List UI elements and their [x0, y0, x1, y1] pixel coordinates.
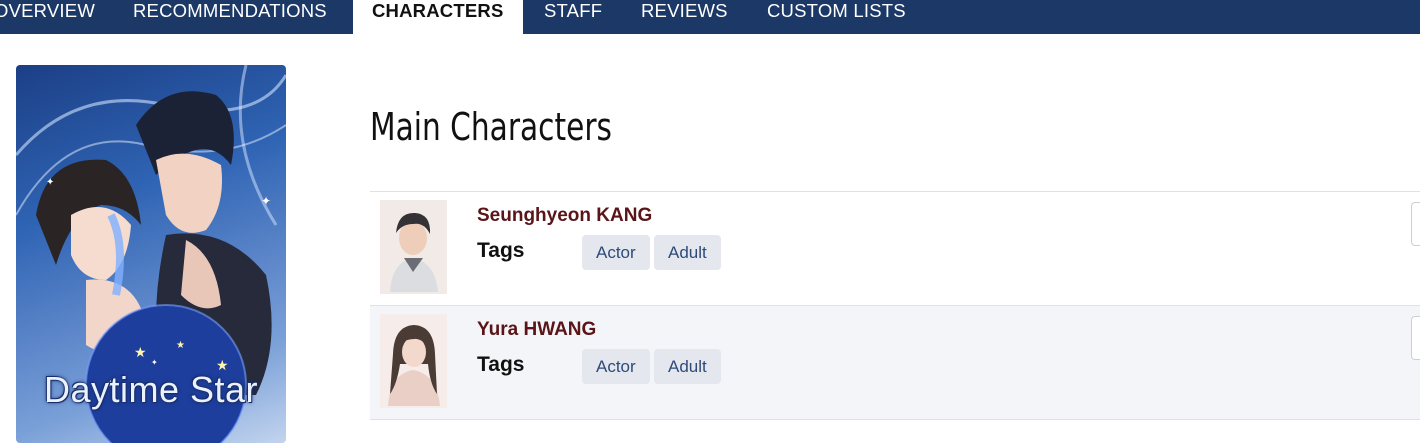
character-row: Yura HWANG Tags Actor Adult [370, 305, 1420, 420]
character-name[interactable]: Yura HWANG [477, 319, 596, 341]
character-row: Seunghyeon KANG Tags Actor Adult [370, 191, 1420, 305]
tag-adult[interactable]: Adult [654, 235, 721, 270]
tab-reviews[interactable]: REVIEWS [641, 0, 728, 34]
tab-staff[interactable]: STAFF [544, 0, 602, 34]
row-action-button[interactable] [1411, 316, 1420, 360]
tag-adult[interactable]: Adult [654, 349, 721, 384]
character-name[interactable]: Seunghyeon KANG [477, 205, 652, 227]
character-avatar[interactable] [380, 314, 447, 408]
svg-text:★: ★ [176, 340, 185, 351]
tab-overview[interactable]: OVERVIEW [0, 0, 95, 34]
row-action-button[interactable] [1411, 202, 1420, 246]
tag-actor[interactable]: Actor [582, 235, 650, 270]
tags-label: Tags [477, 353, 525, 376]
svg-text:✦: ✦ [261, 194, 271, 208]
character-avatar[interactable] [380, 200, 447, 294]
page-title: Main Characters [370, 105, 612, 149]
tab-custom-lists[interactable]: CUSTOM LISTS [767, 0, 906, 34]
cover-title: Daytime Star [43, 369, 259, 410]
svg-text:★: ★ [134, 344, 147, 360]
tab-characters[interactable]: CHARACTERS [353, 0, 523, 34]
svg-text:✦: ✦ [151, 358, 158, 367]
cover-image[interactable]: ★ ★ ★ ★ ✦ ✦ ✦ Daytime Star [16, 65, 286, 443]
tags-label: Tags [477, 239, 525, 262]
svg-text:✦: ✦ [46, 177, 54, 188]
tag-actor[interactable]: Actor [582, 349, 650, 384]
top-nav: OVERVIEW RECOMMENDATIONS CHARACTERS STAF… [0, 0, 1420, 34]
tab-recommendations[interactable]: RECOMMENDATIONS [133, 0, 327, 34]
